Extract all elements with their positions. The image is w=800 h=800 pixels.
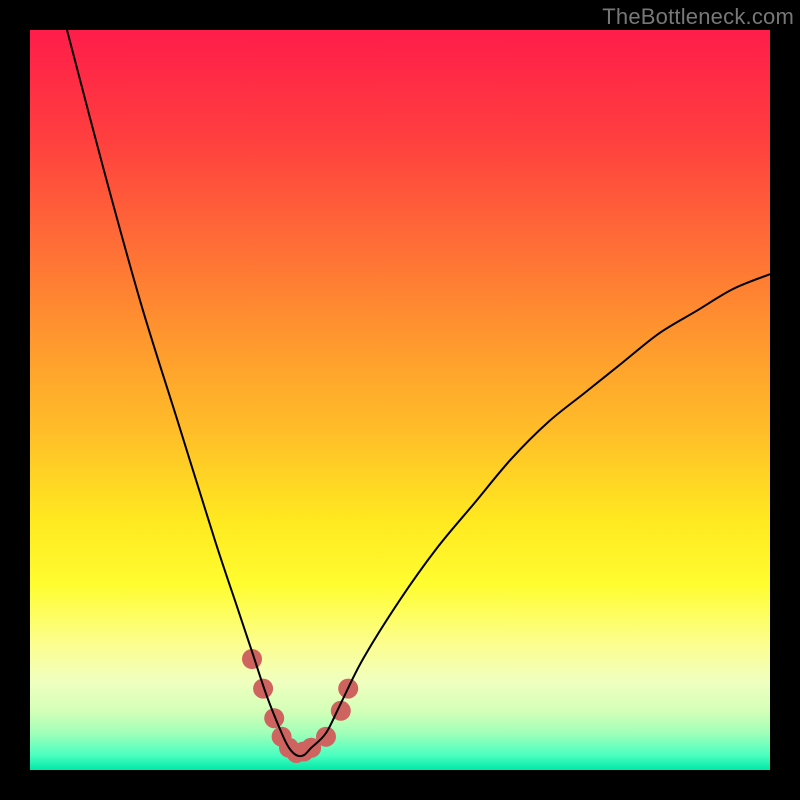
chart-svg (30, 30, 770, 770)
highlight-dot (264, 708, 284, 728)
highlight-dot (253, 679, 273, 699)
bottleneck-curve-path (67, 30, 770, 756)
plot-frame (30, 30, 770, 770)
watermark-text: TheBottleneck.com (602, 4, 794, 30)
highlight-dot (316, 727, 336, 747)
highlight-dots-group (242, 649, 358, 763)
